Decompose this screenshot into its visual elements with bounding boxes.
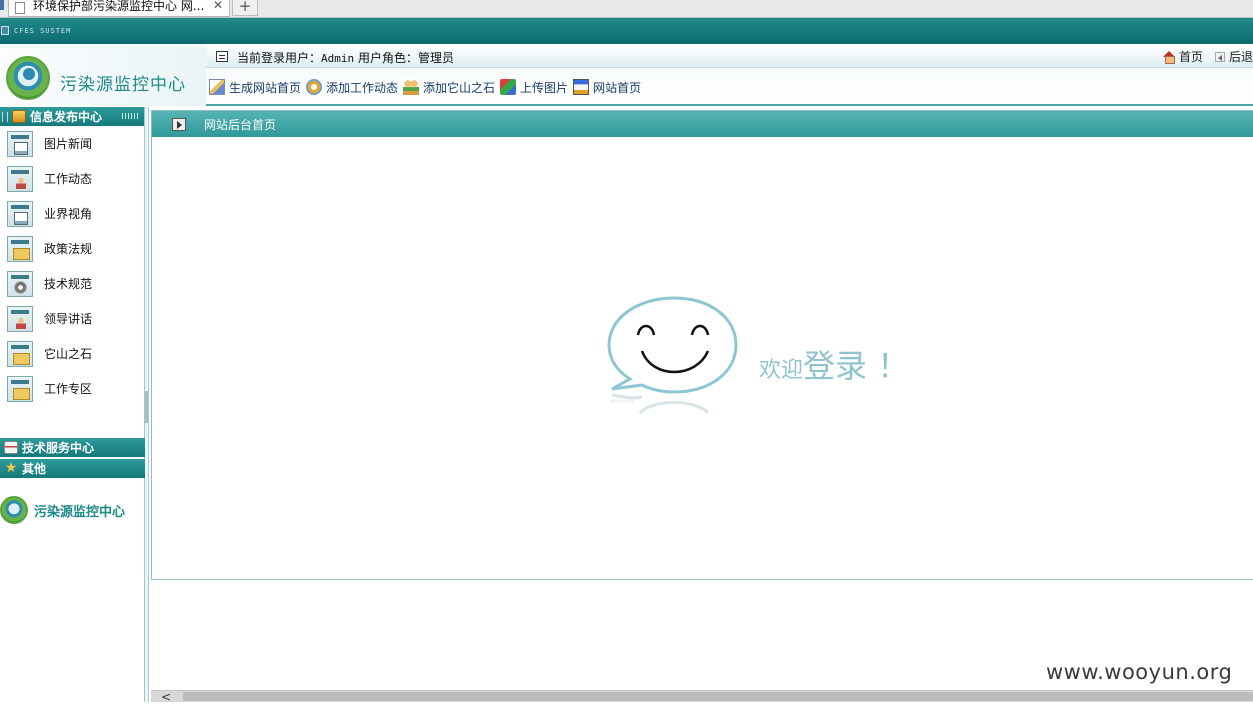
top-links: 首页 后退: [1162, 48, 1253, 65]
play-icon: [172, 117, 186, 131]
sidebar-footer-logo: 污染源监控中心: [0, 496, 125, 524]
system-label: CFES SUSTEM: [14, 27, 72, 35]
info-panel-icon: [216, 51, 228, 62]
collapse-grip-icon: [122, 113, 138, 119]
breadcrumb: 网站后台首页: [204, 117, 277, 132]
news-doc-icon: [7, 130, 33, 157]
toolbar-label: 添加它山之石: [423, 80, 496, 95]
browser-tab[interactable]: 环境保护部污染源监控中心 网... ✕: [8, 0, 230, 17]
tab-close-icon[interactable]: ✕: [213, 0, 223, 12]
person-icon: [7, 165, 33, 192]
sidebar-item-leader-speech[interactable]: 领导讲话: [0, 301, 144, 336]
gear-icon: [7, 270, 33, 297]
logo-text: 污染源监控中心: [60, 75, 186, 95]
welcome-large-text: 登录 ！: [803, 347, 910, 385]
back-link[interactable]: 后退: [1229, 48, 1253, 65]
sidebar-item-picture-news[interactable]: 图片新闻: [0, 126, 144, 161]
system-bar: CFES SUSTEM: [0, 18, 1253, 44]
sidebar-item-label: 它山之石: [44, 347, 93, 361]
briefcase-icon: [12, 110, 26, 123]
toolbar-label: 网站首页: [593, 80, 642, 95]
user-label: 当前登录用户：: [237, 51, 322, 65]
star-icon: ★: [4, 460, 18, 476]
browser-tab-strip: 环境保护部污染源监控中心 网... ✕ +: [0, 0, 1253, 18]
sidebar-section-label: 其他: [22, 462, 47, 476]
sidebar-section-tech-service[interactable]: 技术服务中心: [0, 438, 145, 457]
user-name: Admin: [321, 52, 355, 65]
folder-icon: [7, 340, 33, 367]
news-doc-icon: [7, 200, 33, 227]
logo-area: 污染源监控中心: [0, 48, 206, 106]
page-icon: [15, 2, 25, 14]
horizontal-scrollbar[interactable]: <: [151, 690, 1253, 703]
toolbar-label: 上传图片: [520, 80, 569, 95]
folder-icon: [7, 235, 33, 262]
scroll-left-icon[interactable]: <: [161, 691, 171, 703]
sidebar-logo-text: 污染源监控中心: [34, 504, 126, 520]
user-info: 当前登录用户：Admin 用户角色：管理员: [237, 49, 454, 66]
sidebar-menu: 图片新闻 工作动态 业界视角 政策法规 技术规范 领导讲话 它山之石 工作专区: [0, 126, 144, 406]
sidebar-item-work-news[interactable]: 工作动态: [0, 161, 144, 196]
sidebar-item-industry-view[interactable]: 业界视角: [0, 196, 144, 231]
screen-icon: [573, 79, 590, 95]
role-label: 用户角色：: [354, 51, 418, 65]
sidebar-section-title: 信息发布中心: [30, 110, 103, 124]
tab-edge: [0, 0, 4, 10]
back-icon[interactable]: [1214, 51, 1225, 62]
main-panel-header: 网站后台首页: [152, 111, 1253, 137]
grip-icon: [2, 111, 8, 122]
welcome-graphic: 欢迎登录 ！: [604, 295, 944, 425]
sidebar-section-other[interactable]: ★ 其他: [0, 459, 145, 478]
welcome-small-text: 欢迎: [759, 358, 804, 383]
sidebar-item-label: 技术规范: [44, 277, 93, 291]
sidebar-splitter[interactable]: [145, 107, 149, 702]
sidebar-item-label: 领导讲话: [44, 312, 93, 326]
folder-icon: [7, 375, 33, 402]
pencil-icon: [209, 79, 225, 95]
watermark-text: www.wooyun.org: [1046, 660, 1233, 684]
toolbar-label: 添加工作动态: [326, 80, 399, 95]
sidebar-sections: 技术服务中心 ★ 其他: [0, 438, 145, 480]
sidebar-item-tashan[interactable]: 它山之石: [0, 336, 144, 371]
toolbar: 生成网站首页 添加工作动态 添加它山之石 上传图片 网站首页: [206, 76, 643, 98]
system-icon: [1, 26, 9, 35]
sidebar-section-info-publish[interactable]: 信息发布中心: [0, 107, 144, 126]
toolbar-add-tashan[interactable]: 添加它山之石: [403, 79, 495, 96]
welcome-message: 欢迎登录 ！: [759, 341, 909, 387]
scroll-thumb[interactable]: [183, 692, 1253, 701]
logo-emblem-icon: [0, 496, 28, 524]
sidebar-item-label: 工作动态: [44, 172, 93, 186]
main-panel: 网站后台首页 欢迎登录 ！: [151, 110, 1253, 580]
people-icon: [403, 79, 420, 95]
app-header: 污染源监控中心 当前登录用户：Admin 用户角色：管理员 首页 后退 生成网站…: [0, 44, 1253, 106]
toolbar-site-home[interactable]: 网站首页: [573, 79, 641, 96]
sidebar-item-label: 图片新闻: [44, 137, 93, 151]
calendar-icon: [4, 441, 18, 454]
sidebar-item-label: 政策法规: [44, 242, 93, 256]
sidebar-item-policy[interactable]: 政策法规: [0, 231, 144, 266]
sidebar-item-tech-spec[interactable]: 技术规范: [0, 266, 144, 301]
logo-emblem-icon: [6, 56, 50, 100]
user-info-bar: 当前登录用户：Admin 用户角色：管理员 首页 后退: [206, 44, 1253, 68]
sidebar-item-work-zone[interactable]: 工作专区: [0, 371, 144, 406]
sidebar: 信息发布中心 图片新闻 工作动态 业界视角 政策法规 技术规范 领导讲话 它山之…: [0, 107, 145, 702]
cubes-icon: [500, 79, 517, 95]
sidebar-item-label: 工作专区: [44, 382, 93, 396]
browser-tab-title: 环境保护部污染源监控中心 网...: [33, 0, 203, 13]
sidebar-section-label: 技术服务中心: [22, 441, 95, 455]
sidebar-item-label: 业界视角: [44, 207, 93, 221]
toolbar-generate-home[interactable]: 生成网站首页: [209, 79, 301, 96]
home-icon[interactable]: [1162, 51, 1175, 64]
toolbar-upload-image[interactable]: 上传图片: [500, 79, 568, 96]
role-name: 管理员: [417, 51, 454, 65]
person-icon: [7, 305, 33, 332]
gear-icon: [306, 79, 323, 95]
smiley-bubble-icon: [607, 296, 738, 415]
toolbar-label: 生成网站首页: [229, 80, 302, 95]
home-link[interactable]: 首页: [1179, 48, 1203, 65]
new-tab-button[interactable]: +: [232, 0, 258, 16]
toolbar-add-work-news[interactable]: 添加工作动态: [306, 79, 398, 96]
